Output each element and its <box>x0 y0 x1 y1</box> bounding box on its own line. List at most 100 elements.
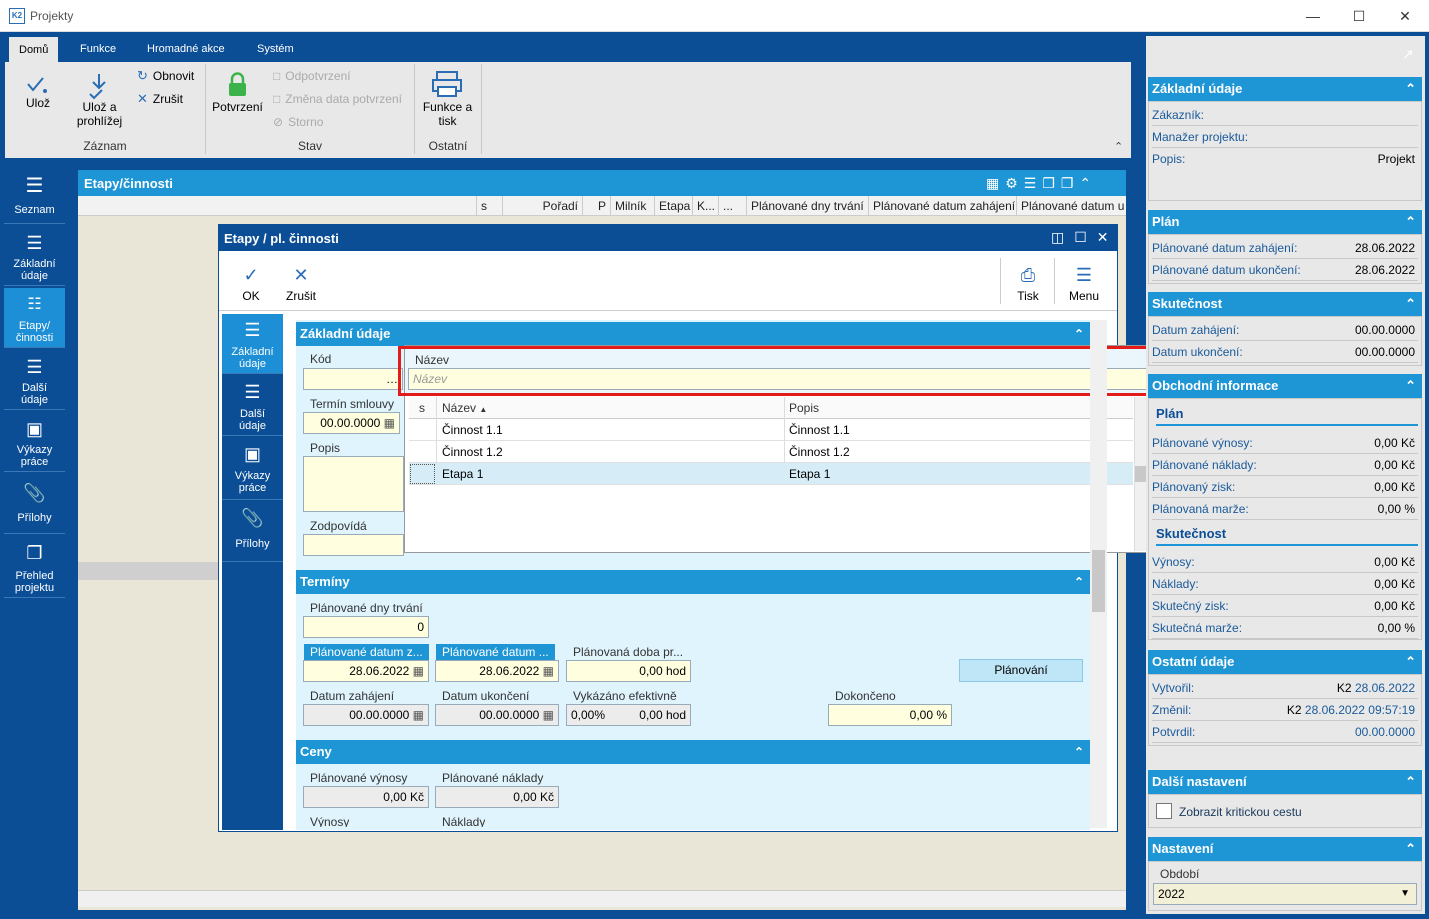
chevron-up-icon[interactable]: ⌃ <box>1074 740 1084 764</box>
section-title: Základní údaje <box>300 326 391 341</box>
dok-label: Dokončeno <box>835 689 896 703</box>
dropdown-icon[interactable]: ▼ <box>1400 884 1410 904</box>
lookup-row[interactable]: Činnost 1.1 Činnost 1.1 <box>409 419 1133 441</box>
dialog-nav-zakladni[interactable]: ☰ Základní údaje <box>222 314 283 374</box>
dialog-nav-prilohy[interactable]: 📎 Přílohy <box>222 502 283 562</box>
column-header[interactable]: Pořadí <box>502 196 582 216</box>
column-header[interactable]: Plánované dny trvání <box>746 196 868 216</box>
lookup-col-popis[interactable]: Popis <box>789 401 819 415</box>
horizontal-scrollbar[interactable] <box>78 890 1126 907</box>
cancel-button[interactable]: ✕ Zrušit <box>137 89 183 109</box>
save-button[interactable]: Ulož <box>12 72 64 122</box>
kod-label: Kód <box>310 352 332 366</box>
obdobi-select[interactable]: 2022 ▼ <box>1153 883 1417 905</box>
rp-section-title: Další nastavení <box>1152 774 1247 789</box>
nav-dalsi-udaje[interactable]: ☰ Další údaje <box>4 350 65 410</box>
close-button[interactable]: ✕ <box>1382 0 1428 32</box>
chevron-up-icon[interactable]: ⌃ <box>1405 837 1416 861</box>
lookup-row-selected[interactable]: Etapa 1 Etapa 1 <box>409 463 1133 485</box>
nav-zakladni-udaje[interactable]: ☰ Základní údaje <box>4 226 65 286</box>
column-header[interactable]: K... <box>692 196 718 216</box>
rp-section-zakladni[interactable]: Základní údaje ⌃ <box>1148 77 1422 101</box>
menu-button[interactable]: ☰ Menu <box>1064 264 1104 303</box>
nav-prehled-projektu[interactable]: ❐ Přehled projektu <box>4 536 65 598</box>
functions-print-button[interactable]: Funkce a tisk <box>420 70 475 132</box>
column-header[interactable]: Plánované datum zahájení <box>868 196 1016 216</box>
maximize-button[interactable]: ☐ <box>1336 0 1382 32</box>
chevron-up-icon[interactable]: ⌃ <box>1405 650 1416 674</box>
dialog-nav-dalsi[interactable]: ☰ Další údaje <box>222 376 283 436</box>
rp-date[interactable]: 28.06.2022 <box>1355 681 1415 695</box>
rp-section-ostatni[interactable]: Ostatní údaje ⌃ <box>1148 650 1422 674</box>
dny-field[interactable]: 0 <box>303 616 429 638</box>
column-header[interactable]: ... <box>718 196 746 216</box>
save-and-view-button[interactable]: Ulož a prohlížej <box>72 72 127 132</box>
chevron-up-icon[interactable]: ⌃ <box>1074 570 1084 594</box>
chevron-up-icon[interactable]: ⌃ <box>1405 292 1416 316</box>
rp-date[interactable]: 28.06.2022 09:57:19 <box>1305 703 1415 717</box>
dialog-scroll-thumb[interactable] <box>1092 550 1105 612</box>
calendar-icon[interactable]: ▦ <box>384 416 395 430</box>
kod-field[interactable]: … <box>303 368 403 390</box>
cancel-label: Zrušit <box>152 92 183 106</box>
tab-hromadne-akce[interactable]: Hromadné akce <box>137 36 235 62</box>
doba-field[interactable]: 0,00 hod <box>566 660 691 682</box>
kriticka-cesta-checkbox[interactable] <box>1156 803 1172 819</box>
lookup-row[interactable]: Činnost 1.2 Činnost 1.2 <box>409 441 1133 463</box>
calendar-icon[interactable]: ▦ <box>413 664 424 678</box>
zodpovida-field[interactable] <box>303 534 404 556</box>
dok-field[interactable]: 0,00 % <box>828 704 952 726</box>
rp-section-nastaveni[interactable]: Nastavení ⌃ <box>1148 837 1422 861</box>
nav-vykazy-prace[interactable]: ▣ Výkazy práce <box>4 412 65 472</box>
termin-field[interactable]: 00.00.0000 ▦ <box>303 412 400 434</box>
refresh-button[interactable]: ↻ Obnovit <box>137 66 194 86</box>
nav-etapy-cinnosti[interactable]: ☷ Etapy/ činnosti <box>4 288 65 348</box>
chevron-up-icon[interactable]: ⌃ <box>1405 77 1416 101</box>
column-header[interactable]: Etapa <box>654 196 692 216</box>
rp-section-skutecnost[interactable]: Skutečnost ⌃ <box>1148 292 1422 316</box>
dialog-nav-vykazy[interactable]: ▣ Výkazy práce <box>222 438 283 500</box>
storno-button[interactable]: ⊘ Storno <box>273 112 323 132</box>
section-terminy[interactable]: Termíny ⌃ <box>296 570 1090 594</box>
section-ceny[interactable]: Ceny ⌃ <box>296 740 1090 764</box>
rp-section-dalsi[interactable]: Další nastavení ⌃ <box>1148 770 1422 794</box>
minimize-button[interactable]: — <box>1290 0 1336 32</box>
tab-system[interactable]: Systém <box>247 36 304 62</box>
dialog-window-buttons[interactable]: ◫☐✕ <box>1051 229 1119 246</box>
column-header[interactable]: s <box>476 196 502 216</box>
section-zakladni-udaje[interactable]: Základní údaje ⌃ <box>296 322 1090 346</box>
chevron-up-icon[interactable]: ⌃ <box>1405 210 1416 234</box>
rp-section-obchodni[interactable]: Obchodní informace ⌃ <box>1148 374 1422 398</box>
nav-seznam[interactable]: ☰ Seznam <box>4 164 65 224</box>
dz-value: 00.00.0000 <box>349 708 410 722</box>
rp-section-plan[interactable]: Plán ⌃ <box>1148 210 1422 234</box>
calendar-icon[interactable]: ▦ <box>543 664 554 678</box>
highlight-box <box>398 346 1161 396</box>
planovani-button[interactable]: Plánování <box>959 659 1083 682</box>
tab-domu[interactable]: Domů <box>8 36 60 62</box>
popout-icon[interactable]: ↗ <box>1402 46 1414 63</box>
pdz-field[interactable]: 28.06.2022 ▦ <box>303 660 429 682</box>
column-header[interactable]: P <box>582 196 610 216</box>
pdu-field[interactable]: 28.06.2022 ▦ <box>435 660 559 682</box>
print-button[interactable]: ⎙ Tisk <box>1012 264 1044 303</box>
ribbon-collapse-icon[interactable]: ⌃ <box>1114 140 1123 153</box>
popis-field[interactable] <box>303 456 404 512</box>
chevron-up-icon[interactable]: ⌃ <box>1405 374 1416 398</box>
chevron-up-icon[interactable]: ⌃ <box>1405 770 1416 794</box>
ok-button[interactable]: ✓ OK <box>236 264 266 303</box>
change-date-button[interactable]: □ Změna data potvrzení <box>273 89 402 109</box>
lookup-col-nazev[interactable]: Název ▲ <box>442 401 487 415</box>
x-icon: ✕ <box>293 265 309 285</box>
dialog-cancel-button[interactable]: ✕ Zrušit <box>282 264 320 303</box>
separator <box>1000 258 1001 304</box>
confirm-button[interactable]: Potvrzení <box>210 72 265 122</box>
column-header[interactable]: Milník <box>610 196 654 216</box>
tab-funkce[interactable]: Funkce <box>70 36 126 62</box>
chevron-up-icon[interactable]: ⌃ <box>1074 322 1084 346</box>
unconfirm-button[interactable]: □ Odpotvrzení <box>273 66 351 86</box>
list-toolbar-icons[interactable]: ▦⚙☰❐❐⌃ <box>986 175 1097 192</box>
column-header[interactable]: Plánované datum u <box>1016 196 1126 216</box>
nav-prilohy[interactable]: 📎 Přílohy <box>4 474 65 534</box>
lookup-col-s[interactable]: s <box>419 401 425 415</box>
